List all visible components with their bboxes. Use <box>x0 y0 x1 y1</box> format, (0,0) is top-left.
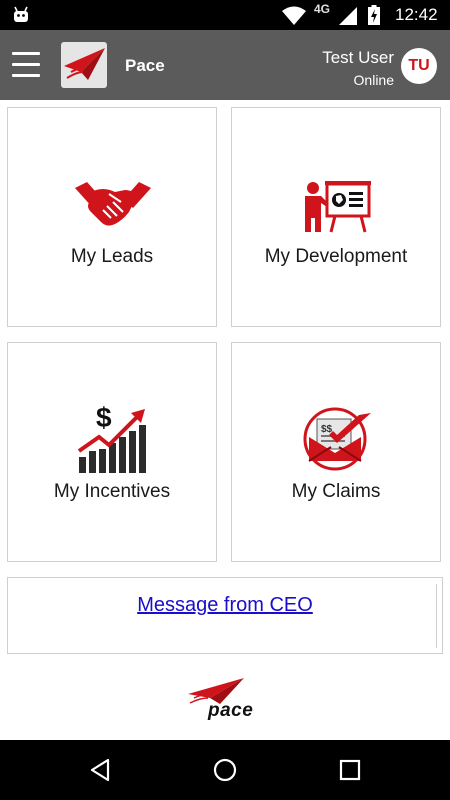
app-bar: Pace Test User Online TU <box>0 30 450 100</box>
handshake-icon <box>8 178 218 235</box>
cell-signal-icon <box>339 7 357 25</box>
menu-icon[interactable] <box>12 52 40 78</box>
divider <box>436 584 437 648</box>
tile-my-claims[interactable]: $$ My Claims <box>231 342 441 562</box>
user-status: Online <box>353 72 394 88</box>
footer-brand-word: pace <box>208 700 254 721</box>
ceo-message-link[interactable]: Message from CEO <box>8 594 442 617</box>
pace-logo <box>61 42 107 88</box>
svg-text:$: $ <box>96 402 112 433</box>
tile-label: My Leads <box>70 246 154 267</box>
battery-charging-icon <box>368 5 380 25</box>
app-title: Pace <box>125 56 165 75</box>
tile-label: My Incentives <box>53 481 171 502</box>
system-nav-bar <box>0 740 450 800</box>
recents-icon[interactable] <box>338 757 362 783</box>
tile-my-incentives[interactable]: $ My Incentives <box>7 342 217 562</box>
presentation-icon <box>232 180 442 239</box>
network-type-label: 4G <box>314 2 331 16</box>
tile-label: My Claims <box>291 481 381 502</box>
status-bar: 4G 12:42 <box>0 0 450 30</box>
growth-chart-icon: $ <box>8 401 218 480</box>
user-name: Test User <box>322 48 394 67</box>
avatar[interactable]: TU <box>401 48 437 84</box>
back-icon[interactable] <box>88 757 112 783</box>
ceo-message-card: Message from CEO <box>7 577 443 654</box>
tile-my-leads[interactable]: My Leads <box>7 107 217 327</box>
home-icon[interactable] <box>212 757 238 783</box>
tile-my-development[interactable]: My Development <box>231 107 441 327</box>
android-notification-icon <box>14 6 28 22</box>
status-clock: 12:42 <box>395 5 438 24</box>
tile-label: My Development <box>264 246 408 267</box>
claims-envelope-icon: $$ <box>232 405 442 476</box>
wifi-icon <box>282 6 306 25</box>
